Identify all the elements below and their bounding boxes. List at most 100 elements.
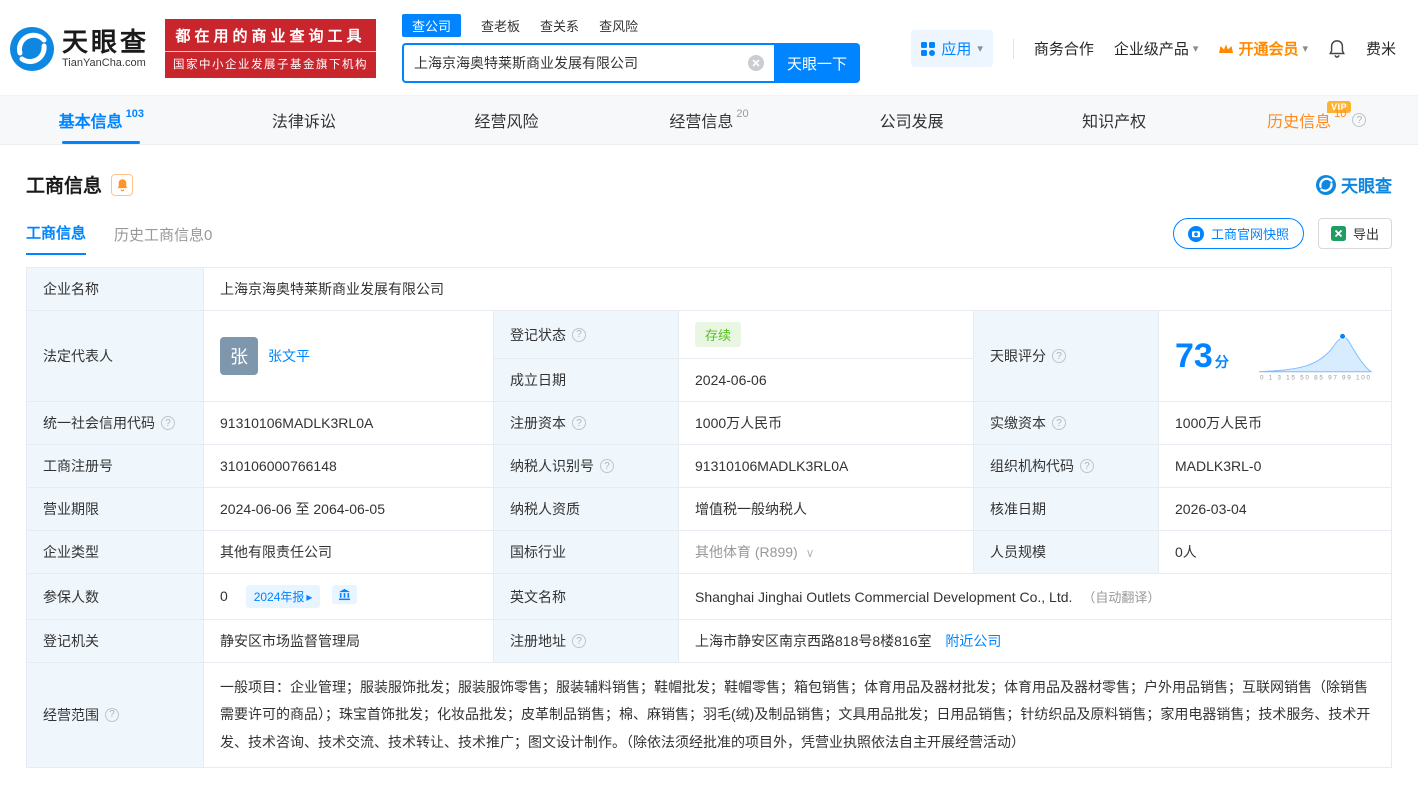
- tab-count: 103: [126, 108, 144, 120]
- help-icon[interactable]: ?: [105, 708, 119, 722]
- nav-member-label: 开通会员: [1238, 38, 1298, 59]
- legal-rep-link[interactable]: 张文平: [268, 346, 310, 366]
- annual-report-icon[interactable]: [332, 585, 357, 604]
- nav-user-label: 费米: [1366, 38, 1396, 59]
- crown-icon: [1218, 43, 1234, 55]
- approval-date-value: 2026-03-04: [1159, 488, 1392, 531]
- help-icon[interactable]: ?: [1352, 113, 1366, 127]
- business-info-table: 企业名称 上海京海奥特莱斯商业发展有限公司 法定代表人 张 张文平 登记状态? …: [26, 267, 1392, 768]
- score-curve-chart: 0 1 3 15 50 85 97 99 100: [1257, 330, 1375, 382]
- taxpayer-quality-label: 纳税人资质: [494, 488, 679, 531]
- nav-enterprise[interactable]: 企业级产品 ▾: [1114, 38, 1199, 59]
- help-icon[interactable]: ?: [1080, 459, 1094, 473]
- legal-rep-value: 张 张文平: [204, 311, 494, 402]
- annual-report-badge[interactable]: 2024年报 ▸: [246, 585, 321, 608]
- tab-company-development[interactable]: 公司发展: [810, 96, 1013, 144]
- company-type-value: 其他有限责任公司: [204, 531, 494, 574]
- establish-date-value: 2024-06-06: [679, 359, 974, 402]
- reg-address-label: 注册地址?: [494, 620, 679, 663]
- nav-divider: [1013, 39, 1014, 59]
- help-icon[interactable]: ?: [572, 328, 586, 342]
- tab-operating-info[interactable]: 经营信息20: [608, 96, 811, 144]
- help-icon[interactable]: ?: [572, 416, 586, 430]
- search-input-box: [402, 43, 774, 83]
- search-button[interactable]: 天眼一下: [774, 43, 860, 83]
- nav-member[interactable]: 开通会员 ▾: [1218, 38, 1308, 59]
- search-input[interactable]: [414, 55, 742, 71]
- tab-intellectual-property[interactable]: 知识产权: [1013, 96, 1216, 144]
- search-tabs: 查公司 查老板 查关系 查风险: [402, 14, 860, 37]
- notification-bell[interactable]: [1328, 39, 1346, 59]
- table-row: 法定代表人 张 张文平 登记状态? 存续 天眼评分? 73分: [27, 311, 1392, 359]
- apps-grid-icon: [921, 42, 935, 56]
- search-tab-relation[interactable]: 查关系: [540, 14, 579, 37]
- clear-icon[interactable]: [748, 55, 764, 71]
- tyc-score-value: 73分 0 1 3 15 50 85 97 99 100: [1159, 311, 1392, 402]
- staff-size-value: 0人: [1159, 531, 1392, 574]
- tab-operating-risk[interactable]: 经营风险: [405, 96, 608, 144]
- main-content: 工商信息 天眼查 工商信息 历史工商信息0: [0, 171, 1418, 768]
- nearby-companies-link[interactable]: 附近公司: [945, 633, 1001, 649]
- subtab-history-business-info[interactable]: 历史工商信息0: [114, 224, 212, 255]
- legal-rep-avatar[interactable]: 张: [220, 337, 258, 375]
- excel-icon: [1331, 226, 1346, 241]
- reg-address-value: 上海市静安区南京西路818号8楼816室 附近公司: [679, 620, 1392, 663]
- nav-apps[interactable]: 应用 ▾: [911, 30, 993, 67]
- company-nav-tabs: 基本信息103 法律诉讼 经营风险 经营信息20 公司发展 知识产权 历史信息 …: [0, 95, 1418, 145]
- nav-cooperation[interactable]: 商务合作: [1034, 38, 1094, 59]
- brand-name: 天眼查: [62, 28, 149, 57]
- subtab-business-info[interactable]: 工商信息: [26, 222, 86, 255]
- taxpayer-quality-value: 增值税一般纳税人: [679, 488, 974, 531]
- chevron-down-icon[interactable]: ∨: [806, 546, 815, 560]
- search-tab-boss[interactable]: 查老板: [481, 14, 520, 37]
- english-name-label: 英文名称: [494, 574, 679, 620]
- credit-code-label: 统一社会信用代码?: [27, 402, 204, 445]
- tab-count: 20: [736, 108, 748, 120]
- help-icon[interactable]: ?: [1052, 349, 1066, 363]
- nav-user[interactable]: 费米: [1366, 38, 1396, 59]
- help-icon[interactable]: ?: [572, 634, 586, 648]
- nav-apps-label: 应用: [941, 38, 971, 59]
- table-row: 参保人数 0 2024年报 ▸ 英文名称: [27, 574, 1392, 620]
- table-row: 营业期限 2024-06-06 至 2064-06-05 纳税人资质 增值税一般…: [27, 488, 1392, 531]
- table-row: 工商注册号 310106000766148 纳税人识别号? 91310106MA…: [27, 445, 1392, 488]
- search-tab-company[interactable]: 查公司: [402, 14, 461, 37]
- taxpayer-id-label: 纳税人识别号?: [494, 445, 679, 488]
- company-name-value: 上海京海奥特莱斯商业发展有限公司: [204, 268, 1392, 311]
- subscribe-bell-icon[interactable]: [111, 174, 133, 196]
- brand-domain: TianYanCha.com: [62, 57, 149, 69]
- tab-basic-info[interactable]: 基本信息103: [0, 96, 203, 144]
- reg-status-value: 存续: [679, 311, 974, 359]
- tyc-score-label: 天眼评分?: [974, 311, 1159, 402]
- auto-translate-note: （自动翻译）: [1082, 590, 1160, 605]
- help-icon[interactable]: ?: [600, 459, 614, 473]
- business-scope-label: 经营范围?: [27, 663, 204, 768]
- paid-capital-label: 实缴资本?: [974, 402, 1159, 445]
- table-row: 企业类型 其他有限责任公司 国标行业 其他体育 (R899) ∨ 人员规模 0人: [27, 531, 1392, 574]
- export-button[interactable]: 导出: [1318, 218, 1392, 249]
- business-scope-value: 一般项目：企业管理；服装服饰批发；服装服饰零售；服装辅料销售；鞋帽批发；鞋帽零售…: [204, 663, 1392, 768]
- reg-number-value: 310106000766148: [204, 445, 494, 488]
- tianyancha-logo-icon: [10, 27, 54, 71]
- taxpayer-id-value: 91310106MADLK3RL0A: [679, 445, 974, 488]
- search-tab-risk[interactable]: 查风险: [599, 14, 638, 37]
- company-type-label: 企业类型: [27, 531, 204, 574]
- tab-legal[interactable]: 法律诉讼: [203, 96, 406, 144]
- official-snapshot-button[interactable]: 工商官网快照: [1173, 218, 1304, 249]
- nav-cooperation-label: 商务合作: [1034, 38, 1094, 59]
- nav-enterprise-label: 企业级产品: [1114, 38, 1189, 59]
- promo-slogan-1: 都在用的商业查询工具: [165, 19, 376, 51]
- table-row: 经营范围? 一般项目：企业管理；服装服饰批发；服装服饰零售；服装辅料销售；鞋帽批…: [27, 663, 1392, 768]
- score-axis-labels: 0 1 3 15 50 85 97 99 100: [1260, 375, 1371, 382]
- site-logo[interactable]: 天眼查 TianYanCha.com: [10, 27, 149, 71]
- staff-size-label: 人员规模: [974, 531, 1159, 574]
- industry-label: 国标行业: [494, 531, 679, 574]
- site-header: 天眼查 TianYanCha.com 都在用的商业查询工具 国家中小企业发展子基…: [0, 0, 1418, 95]
- tab-history-info[interactable]: 历史信息 VIP 10 ?: [1215, 96, 1418, 144]
- snapshot-icon: [1188, 226, 1204, 242]
- insured-count-label: 参保人数: [27, 574, 204, 620]
- table-row: 企业名称 上海京海奥特莱斯商业发展有限公司: [27, 268, 1392, 311]
- business-term-label: 营业期限: [27, 488, 204, 531]
- help-icon[interactable]: ?: [161, 416, 175, 430]
- help-icon[interactable]: ?: [1052, 416, 1066, 430]
